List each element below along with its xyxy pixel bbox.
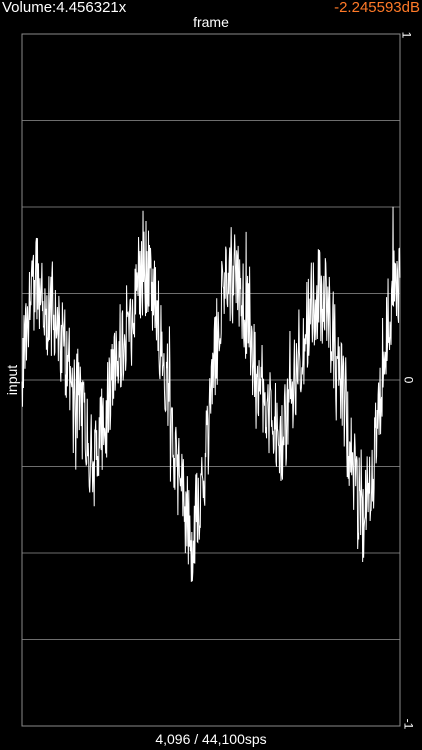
waveform-series [21,206,401,582]
y-tick-label-bottom: -1 [401,718,416,730]
waveform-plot [21,33,401,727]
sample-rate-info: 4,096 / 44,100sps [155,731,267,747]
y-axis-title: input [4,364,20,396]
y-tick-label-zero: 0 [401,376,416,384]
y-tick-label-top: 1 [399,31,414,39]
